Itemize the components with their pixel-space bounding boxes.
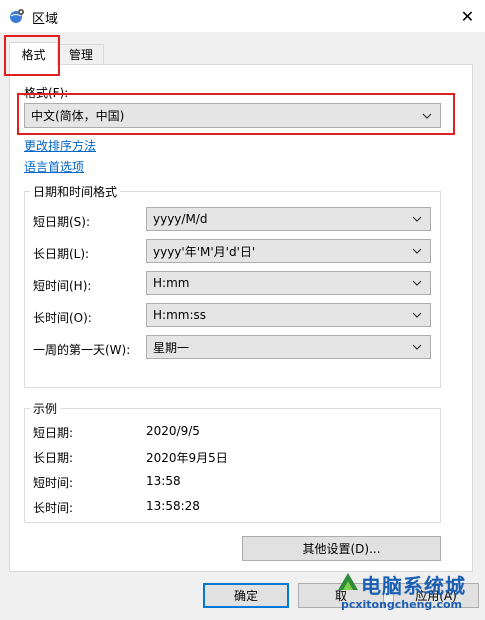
tab-manage[interactable]: 管理 [58,44,104,65]
short-date-select[interactable]: yyyy/M/d [146,207,431,231]
chevron-down-icon [412,280,422,286]
other-settings-label: 其他设置(D)... [302,542,381,556]
format-highlight-box [17,93,455,135]
short-time-select[interactable]: H:mm [146,271,431,295]
example-long-time-label: 长时间: [33,501,74,515]
example-long-time-value: 13:58:28 [146,499,200,513]
region-app-icon [9,8,25,24]
long-date-label: 长日期(L): [33,247,90,261]
example-short-time-label: 短时间: [33,476,74,490]
tab-manage-label: 管理 [68,48,93,62]
ok-button[interactable]: 确定 [203,583,289,608]
close-button[interactable]: ✕ [450,0,485,32]
watermark-title: 电脑系统城 [361,574,466,598]
chevron-down-icon [412,216,422,222]
other-settings-button[interactable]: 其他设置(D)... [242,536,441,561]
watermark-url: pcxitongcheng.com [341,598,463,611]
example-short-date-label: 短日期: [33,426,74,440]
watermark: 电脑系统城 pcxitongcheng.com [335,568,485,620]
example-group [24,408,441,523]
title-bar [0,0,485,32]
datetime-group-title: 日期和时间格式 [30,183,121,200]
first-day-select[interactable]: 星期一 [146,335,431,359]
ok-label: 确定 [233,589,258,603]
chevron-down-icon [412,248,422,254]
long-date-value: yyyy'年'M'月'd'日' [153,244,256,259]
first-day-value: 星期一 [153,340,190,355]
long-date-select[interactable]: yyyy'年'M'月'd'日' [146,239,431,263]
short-date-value: yyyy/M/d [153,212,208,226]
long-time-value: H:mm:ss [153,308,206,322]
example-long-date-label: 长日期: [33,451,74,465]
first-day-label: 一周的第一天(W): [33,343,131,357]
short-time-value: H:mm [153,276,190,290]
long-time-select[interactable]: H:mm:ss [146,303,431,327]
example-short-date-value: 2020/9/5 [146,424,200,438]
example-long-date-value: 2020年9月5日 [146,451,228,465]
language-preferences-link[interactable]: 语言首选项 [24,158,84,175]
chevron-down-icon [412,312,422,318]
example-group-title: 示例 [30,400,61,417]
long-time-label: 长时间(O): [33,311,92,325]
short-date-label: 短日期(S): [33,215,91,229]
short-time-label: 短时间(H): [33,279,92,293]
example-short-time-value: 13:58 [146,474,181,488]
change-sort-link[interactable]: 更改排序方法 [24,137,96,154]
chevron-down-icon [412,344,422,350]
tab-highlight-box [4,35,60,76]
watermark-logo-icon [338,573,358,590]
window-title: 区域 [32,12,59,27]
close-icon: ✕ [460,6,475,26]
